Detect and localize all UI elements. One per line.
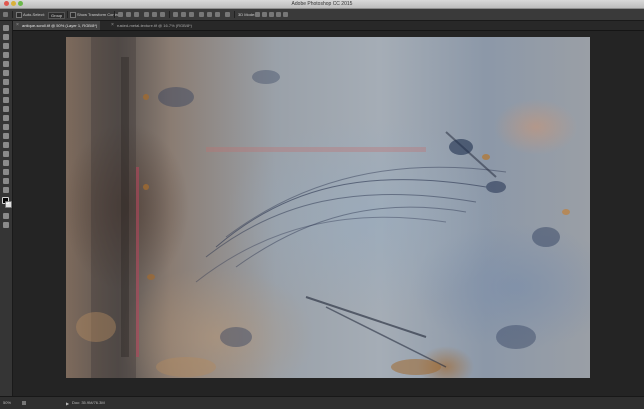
distribute-hcenter-icon[interactable]: [207, 12, 212, 17]
tools-panel: [0, 21, 13, 396]
tab-label: antique-scroll.tif @ 50% (Layer 1, RGB/8…: [22, 23, 98, 28]
distribute-top-icon[interactable]: [173, 12, 178, 17]
rectangle-tool-icon[interactable]: [3, 178, 9, 184]
healing-brush-tool-icon[interactable]: [3, 79, 9, 85]
distribute-center-icon[interactable]: [181, 12, 186, 17]
align-right-icon[interactable]: [160, 12, 165, 17]
path-selection-tool-icon[interactable]: [3, 169, 9, 175]
hand-tool-icon[interactable]: [3, 187, 9, 193]
brush-tool-icon[interactable]: [3, 88, 9, 94]
3d-pan-icon[interactable]: [269, 12, 274, 17]
pen-tool-icon[interactable]: [3, 151, 9, 157]
auto-select-dropdown[interactable]: Group: [48, 12, 66, 19]
background-color-swatch[interactable]: [5, 201, 12, 208]
distribute-bottom-icon[interactable]: [189, 12, 194, 17]
clone-stamp-tool-icon[interactable]: [3, 97, 9, 103]
options-separator: [169, 11, 170, 18]
show-transform-checkbox[interactable]: [70, 12, 76, 18]
status-bar: 50% ▶ Doc: 35.9M/76.3M: [0, 396, 644, 409]
align-horizontal-center-icon[interactable]: [152, 12, 157, 17]
align-top-icon[interactable]: [118, 12, 123, 17]
dodge-tool-icon[interactable]: [3, 142, 9, 148]
document-image[interactable]: [66, 37, 590, 378]
show-transform-label: Show Transform Controls: [77, 12, 123, 17]
align-bottom-icon[interactable]: [134, 12, 139, 17]
status-menu-arrow-icon[interactable]: ▶: [66, 402, 69, 406]
close-tab-icon[interactable]: ×: [111, 21, 114, 30]
canvas-area[interactable]: [13, 31, 644, 396]
marquee-tool-icon[interactable]: [3, 34, 9, 40]
history-brush-tool-icon[interactable]: [3, 106, 9, 112]
align-vertical-center-icon[interactable]: [126, 12, 131, 17]
3d-roll-icon[interactable]: [262, 12, 267, 17]
document-info: Doc: 35.9M/76.3M: [72, 400, 105, 405]
title-bar: Adobe Photoshop CC 2015: [0, 0, 644, 9]
3d-mode-label: 3D Mode:: [238, 12, 256, 17]
screen-mode-icon[interactable]: [3, 222, 9, 228]
zoom-level[interactable]: 50%: [3, 397, 11, 409]
document-tab-bar: × antique-scroll.tif @ 50% (Layer 1, RGB…: [13, 21, 644, 31]
options-bar: Auto-Select: Group Show Transform Contro…: [0, 9, 644, 21]
rusted-metal-texture-image: [76, 37, 570, 378]
quick-mask-icon[interactable]: [3, 213, 9, 219]
crop-tool-icon[interactable]: [3, 61, 9, 67]
tab-rusted-metal-texture[interactable]: × rusted-metal-texture.tif @ 16.7% (RGB/…: [108, 21, 195, 30]
gradient-tool-icon[interactable]: [3, 124, 9, 130]
quick-selection-tool-icon[interactable]: [3, 52, 9, 58]
tab-label: rusted-metal-texture.tif @ 16.7% (RGB/8*…: [117, 23, 192, 28]
photoshop-window: Adobe Photoshop CC 2015 Auto-Select: Gro…: [0, 0, 644, 409]
options-separator: [234, 11, 235, 18]
move-tool-icon[interactable]: [3, 25, 9, 31]
lasso-tool-icon[interactable]: [3, 43, 9, 49]
options-separator: [67, 11, 68, 18]
distribute-left-icon[interactable]: [199, 12, 204, 17]
eyedropper-tool-icon[interactable]: [3, 70, 9, 76]
blur-tool-icon[interactable]: [3, 133, 9, 139]
3d-slide-icon[interactable]: [276, 12, 281, 17]
eraser-tool-icon[interactable]: [3, 115, 9, 121]
options-separator: [12, 11, 13, 18]
share-icon[interactable]: [22, 401, 26, 405]
options-separator: [114, 11, 115, 18]
close-tab-icon[interactable]: ×: [16, 21, 19, 30]
auto-align-icon[interactable]: [225, 12, 230, 17]
move-tool-preset-icon[interactable]: [3, 12, 8, 17]
align-left-icon[interactable]: [144, 12, 149, 17]
auto-select-label: Auto-Select:: [23, 12, 45, 17]
window-title: Adobe Photoshop CC 2015: [291, 1, 353, 7]
tab-antique-scroll[interactable]: × antique-scroll.tif @ 50% (Layer 1, RGB…: [13, 21, 101, 30]
3d-rotate-icon[interactable]: [255, 12, 260, 17]
distribute-right-icon[interactable]: [215, 12, 220, 17]
auto-select-checkbox[interactable]: [16, 12, 22, 18]
3d-scale-icon[interactable]: [283, 12, 288, 17]
type-tool-icon[interactable]: [3, 160, 9, 166]
